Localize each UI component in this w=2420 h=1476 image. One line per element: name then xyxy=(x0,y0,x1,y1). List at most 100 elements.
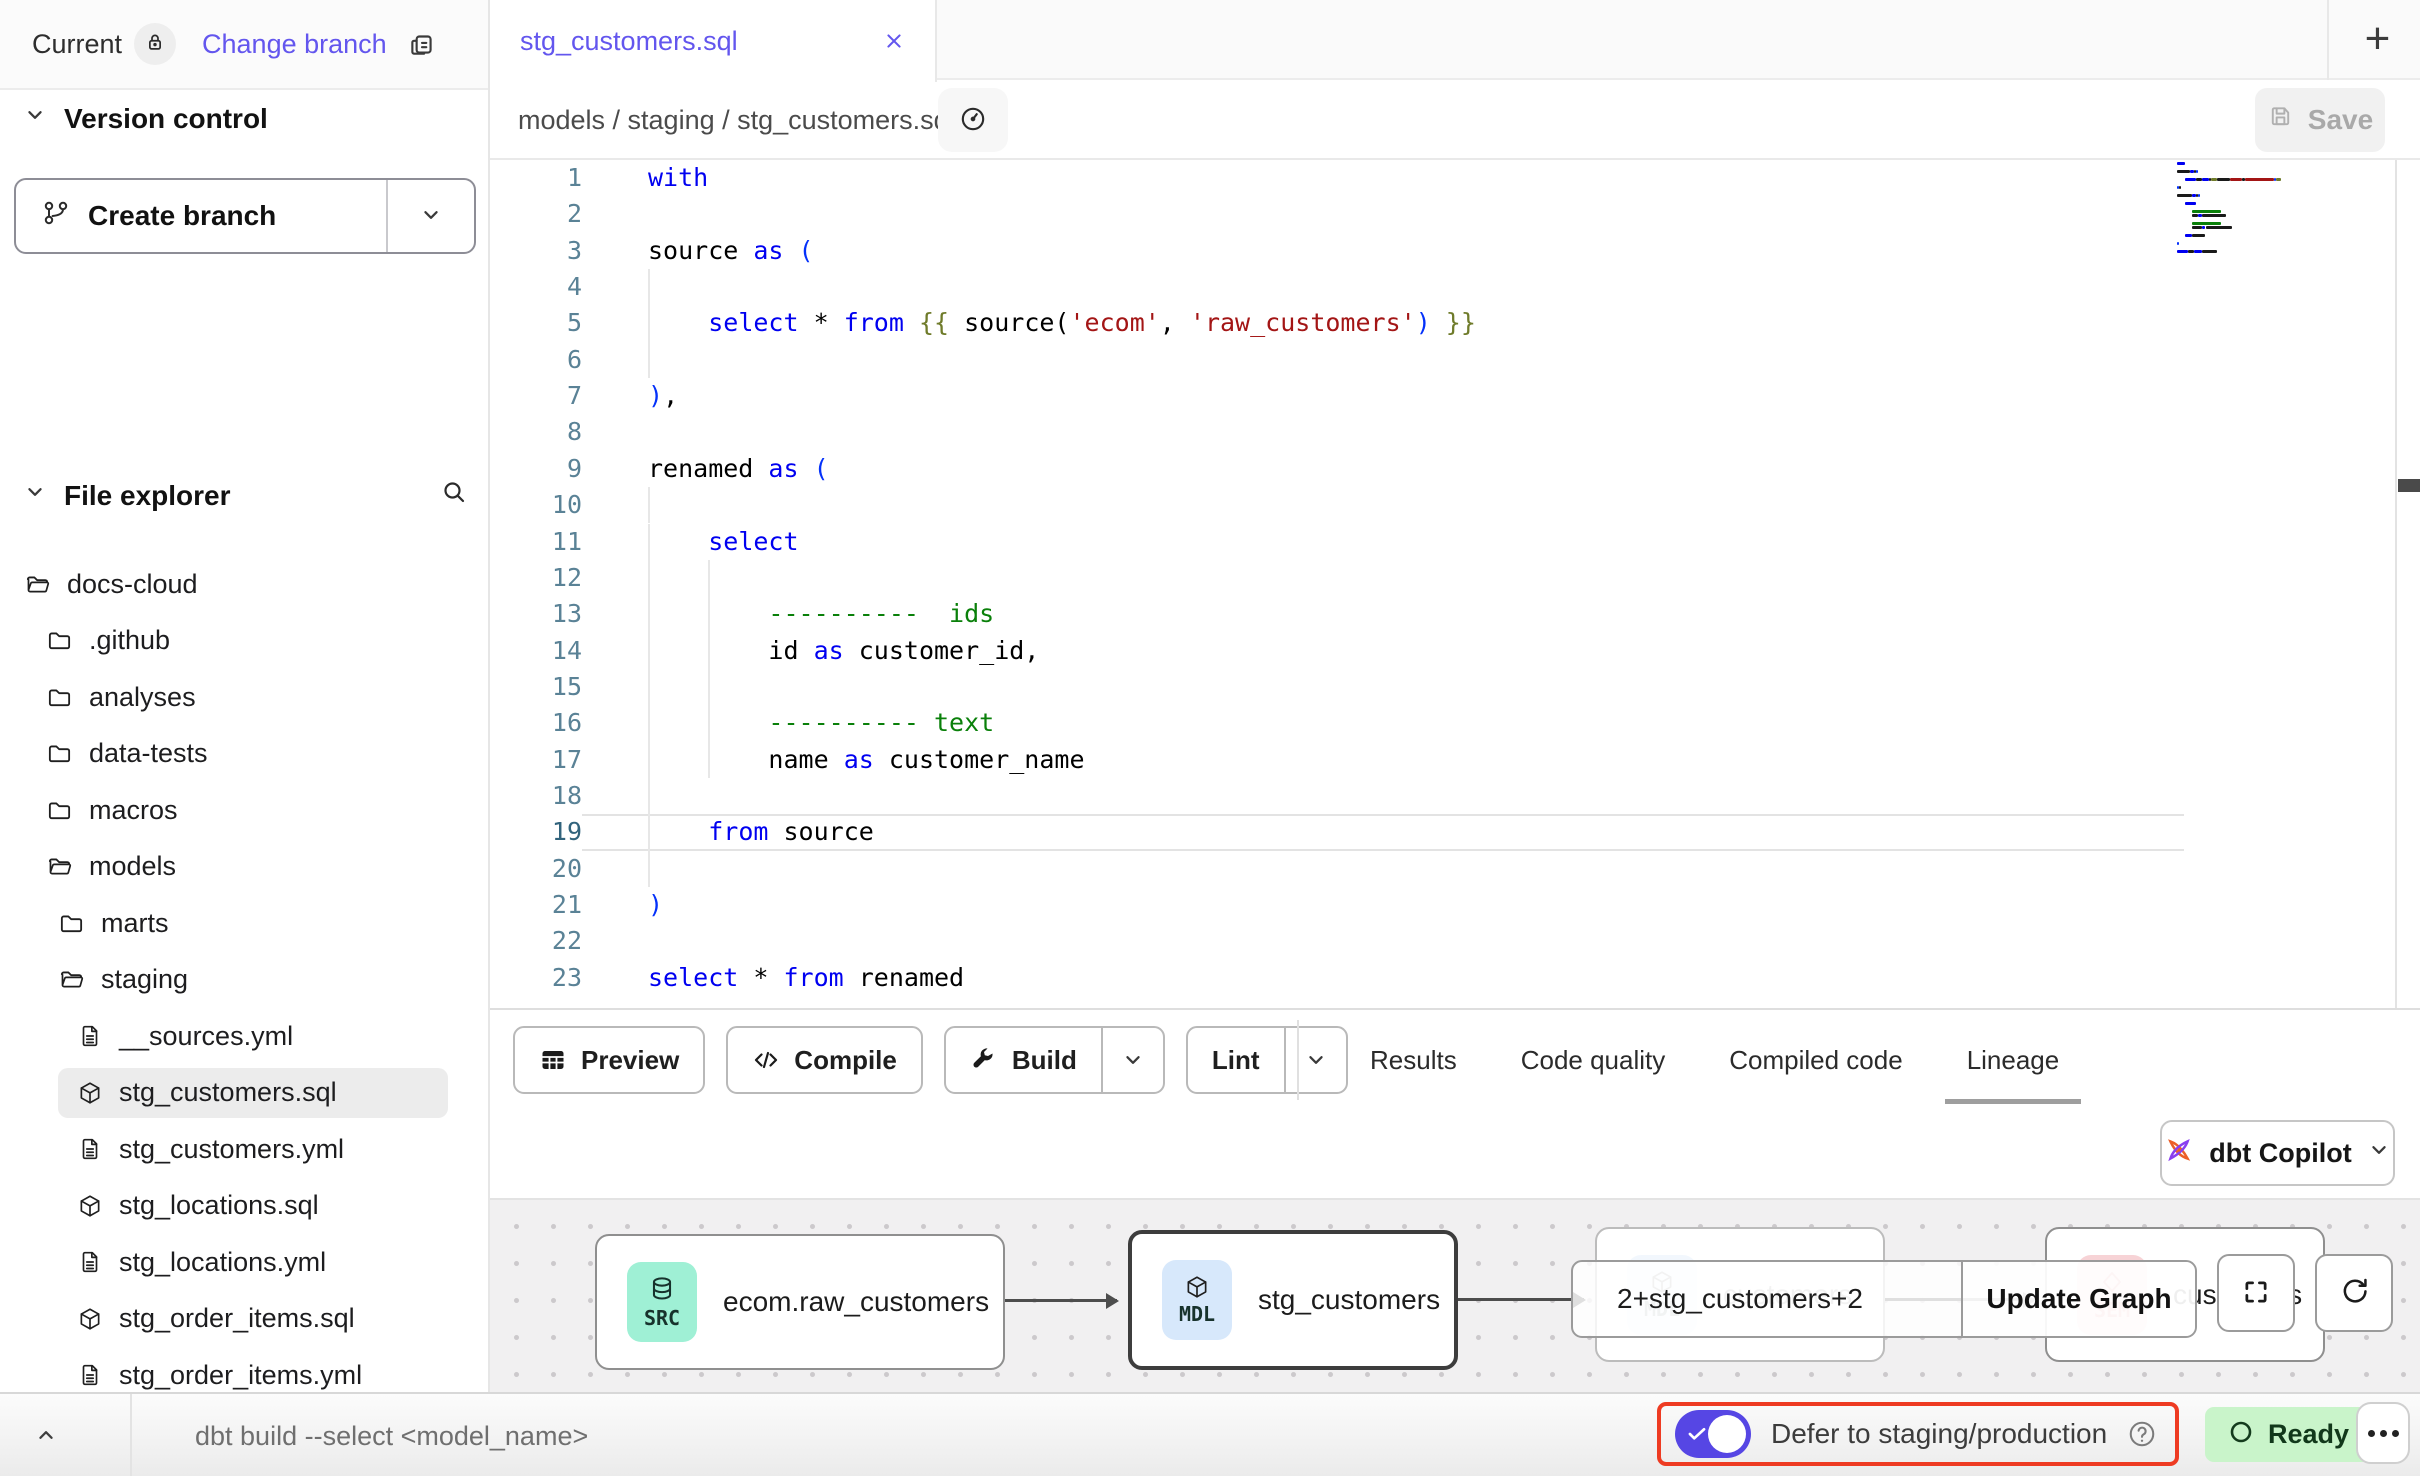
build-dropdown[interactable] xyxy=(1101,1028,1163,1092)
code-line-9[interactable]: renamed as ( xyxy=(490,451,2420,487)
dbt-command-input[interactable] xyxy=(195,1408,1395,1464)
change-branch-link[interactable]: Change branch xyxy=(202,29,387,60)
code-line-4[interactable] xyxy=(490,269,2420,305)
code-line-14[interactable]: id as customer_id, xyxy=(490,633,2420,669)
button-label: Preview xyxy=(581,1045,679,1076)
tree-folder-marts[interactable]: marts xyxy=(0,895,488,952)
tab-stg-customers-sql[interactable]: stg_customers.sql xyxy=(490,0,937,82)
code-line-21[interactable]: ) xyxy=(490,887,2420,923)
tree-file-stg_locations.sql[interactable]: stg_locations.sql xyxy=(0,1178,488,1235)
file-explorer-section-header[interactable]: File explorer xyxy=(22,478,468,513)
code-line-19[interactable]: from source xyxy=(490,814,2420,850)
save-label: Save xyxy=(2308,104,2373,136)
new-tab-button[interactable]: + xyxy=(2335,0,2420,78)
indent-guide xyxy=(648,742,650,778)
tab-strip: stg_customers.sql + xyxy=(490,0,2420,80)
code-line-1[interactable]: with xyxy=(490,160,2420,196)
tab-compiled-code[interactable]: Compiled code xyxy=(1707,1032,1924,1088)
build-button[interactable]: Build xyxy=(944,1026,1165,1094)
tab-code-quality[interactable]: Code quality xyxy=(1499,1032,1688,1088)
code-editor[interactable]: 1234567891011121314151617181920212223 wi… xyxy=(490,160,2420,1008)
badge-label: SRC xyxy=(644,1306,680,1330)
code-line-20[interactable] xyxy=(490,851,2420,887)
lineage-selector-group: Update Graph xyxy=(1571,1260,2197,1338)
lint-dropdown[interactable] xyxy=(1284,1028,1346,1092)
create-branch-label: Create branch xyxy=(88,200,276,232)
close-icon[interactable] xyxy=(881,28,907,54)
tree-folder-docs-cloud[interactable]: docs-cloud xyxy=(0,556,488,613)
save-button[interactable]: Save xyxy=(2255,88,2385,152)
code-line-13[interactable]: ---------- ids xyxy=(490,596,2420,632)
tree-file-__sources.yml[interactable]: __sources.yml xyxy=(0,1008,488,1065)
indent-guide xyxy=(648,851,650,887)
code-line-7[interactable]: ), xyxy=(490,378,2420,414)
tree-file-stg_locations.yml[interactable]: stg_locations.yml xyxy=(0,1234,488,1291)
tab-lineage[interactable]: Lineage xyxy=(1945,1032,2082,1088)
code-line-12[interactable] xyxy=(490,560,2420,596)
tree-folder-analyses[interactable]: analyses xyxy=(0,669,488,726)
button-label: Build xyxy=(1012,1045,1077,1076)
lineage-node-stg_customers[interactable]: MDLstg_customers xyxy=(1128,1230,1458,1370)
code-line-15[interactable] xyxy=(490,669,2420,705)
scrollbar-thumb[interactable] xyxy=(2398,479,2420,492)
preview-button[interactable]: Preview xyxy=(513,1026,705,1094)
collapse-panel-button[interactable] xyxy=(16,1408,76,1464)
tree-folder-models[interactable]: models xyxy=(0,839,488,896)
code-line-11[interactable]: select xyxy=(490,524,2420,560)
folder-icon xyxy=(58,910,85,937)
code-line-10[interactable] xyxy=(490,487,2420,523)
tree-folder-data-tests[interactable]: data-tests xyxy=(0,726,488,783)
file-icon xyxy=(77,1023,103,1049)
minimap[interactable] xyxy=(2177,160,2297,420)
indent-guide xyxy=(648,596,650,632)
version-control-section-header[interactable]: Version control xyxy=(22,102,268,135)
search-icon[interactable] xyxy=(440,478,468,513)
code-line-23[interactable]: select * from renamed xyxy=(490,960,2420,996)
dbt-copilot-logo-icon xyxy=(2163,1134,2195,1173)
tree-folder-.github[interactable]: .github xyxy=(0,613,488,670)
tree-folder-macros[interactable]: macros xyxy=(0,782,488,839)
indent-guide xyxy=(648,305,650,341)
lineage-edge xyxy=(1458,1298,1584,1301)
code-line-6[interactable] xyxy=(490,342,2420,378)
refresh-graph-button[interactable] xyxy=(2315,1254,2393,1332)
tab-results[interactable]: Results xyxy=(1348,1032,1479,1088)
tree-file-stg_order_items.sql[interactable]: stg_order_items.sql xyxy=(0,1291,488,1348)
tree-file-stg_customers.yml[interactable]: stg_customers.yml xyxy=(0,1121,488,1178)
breadcrumb: models / staging / stg_customers.sql xyxy=(518,80,955,160)
create-branch-dropdown[interactable] xyxy=(386,180,474,252)
fullscreen-button[interactable] xyxy=(2217,1254,2295,1332)
create-branch-button[interactable]: Create branch xyxy=(14,178,476,254)
lineage-selector-input[interactable] xyxy=(1573,1262,1961,1336)
more-options-button[interactable] xyxy=(2356,1402,2410,1464)
chevron-down-icon xyxy=(2366,1137,2392,1170)
tree-file-stg_customers.sql[interactable]: stg_customers.sql xyxy=(0,1065,488,1122)
code-line-3[interactable]: source as ( xyxy=(490,233,2420,269)
compile-button[interactable]: Compile xyxy=(726,1026,923,1094)
code-line-22[interactable] xyxy=(490,923,2420,959)
code-line-2[interactable] xyxy=(490,196,2420,232)
code-line-5[interactable]: select * from {{ source('ecom', 'raw_cus… xyxy=(490,305,2420,341)
tree-item-label: marts xyxy=(101,908,169,939)
defer-toggle-group-highlighted: Defer to staging/production xyxy=(1657,1402,2179,1466)
model-performance-icon-button[interactable] xyxy=(938,88,1008,152)
tree-folder-staging[interactable]: staging xyxy=(0,952,488,1009)
dbt-copilot-button[interactable]: dbt Copilot xyxy=(2160,1120,2395,1186)
branch-lock-badge xyxy=(134,23,176,65)
lineage-node-ecom.raw_customers[interactable]: SRCecom.raw_customers xyxy=(595,1234,1005,1370)
update-graph-button[interactable]: Update Graph xyxy=(1961,1262,2195,1336)
lint-button[interactable]: Lint xyxy=(1186,1026,1348,1094)
copy-branch-icon[interactable] xyxy=(407,29,437,59)
help-icon[interactable] xyxy=(2127,1419,2157,1449)
code-line-16[interactable]: ---------- text xyxy=(490,705,2420,741)
code-line-18[interactable] xyxy=(490,778,2420,814)
lineage-canvas[interactable]: SRCecom.raw_customersMDLstg_customersMDL… xyxy=(490,1198,2420,1392)
defer-toggle[interactable] xyxy=(1675,1410,1751,1458)
chevron-down-icon xyxy=(22,102,48,135)
code-line-17[interactable]: name as customer_name xyxy=(490,742,2420,778)
folder-icon xyxy=(46,740,73,767)
ide-status-badge[interactable]: Ready xyxy=(2205,1407,2371,1462)
branch-header: Current Change branch xyxy=(0,0,488,90)
indent-guide xyxy=(708,669,710,705)
code-line-8[interactable] xyxy=(490,414,2420,450)
